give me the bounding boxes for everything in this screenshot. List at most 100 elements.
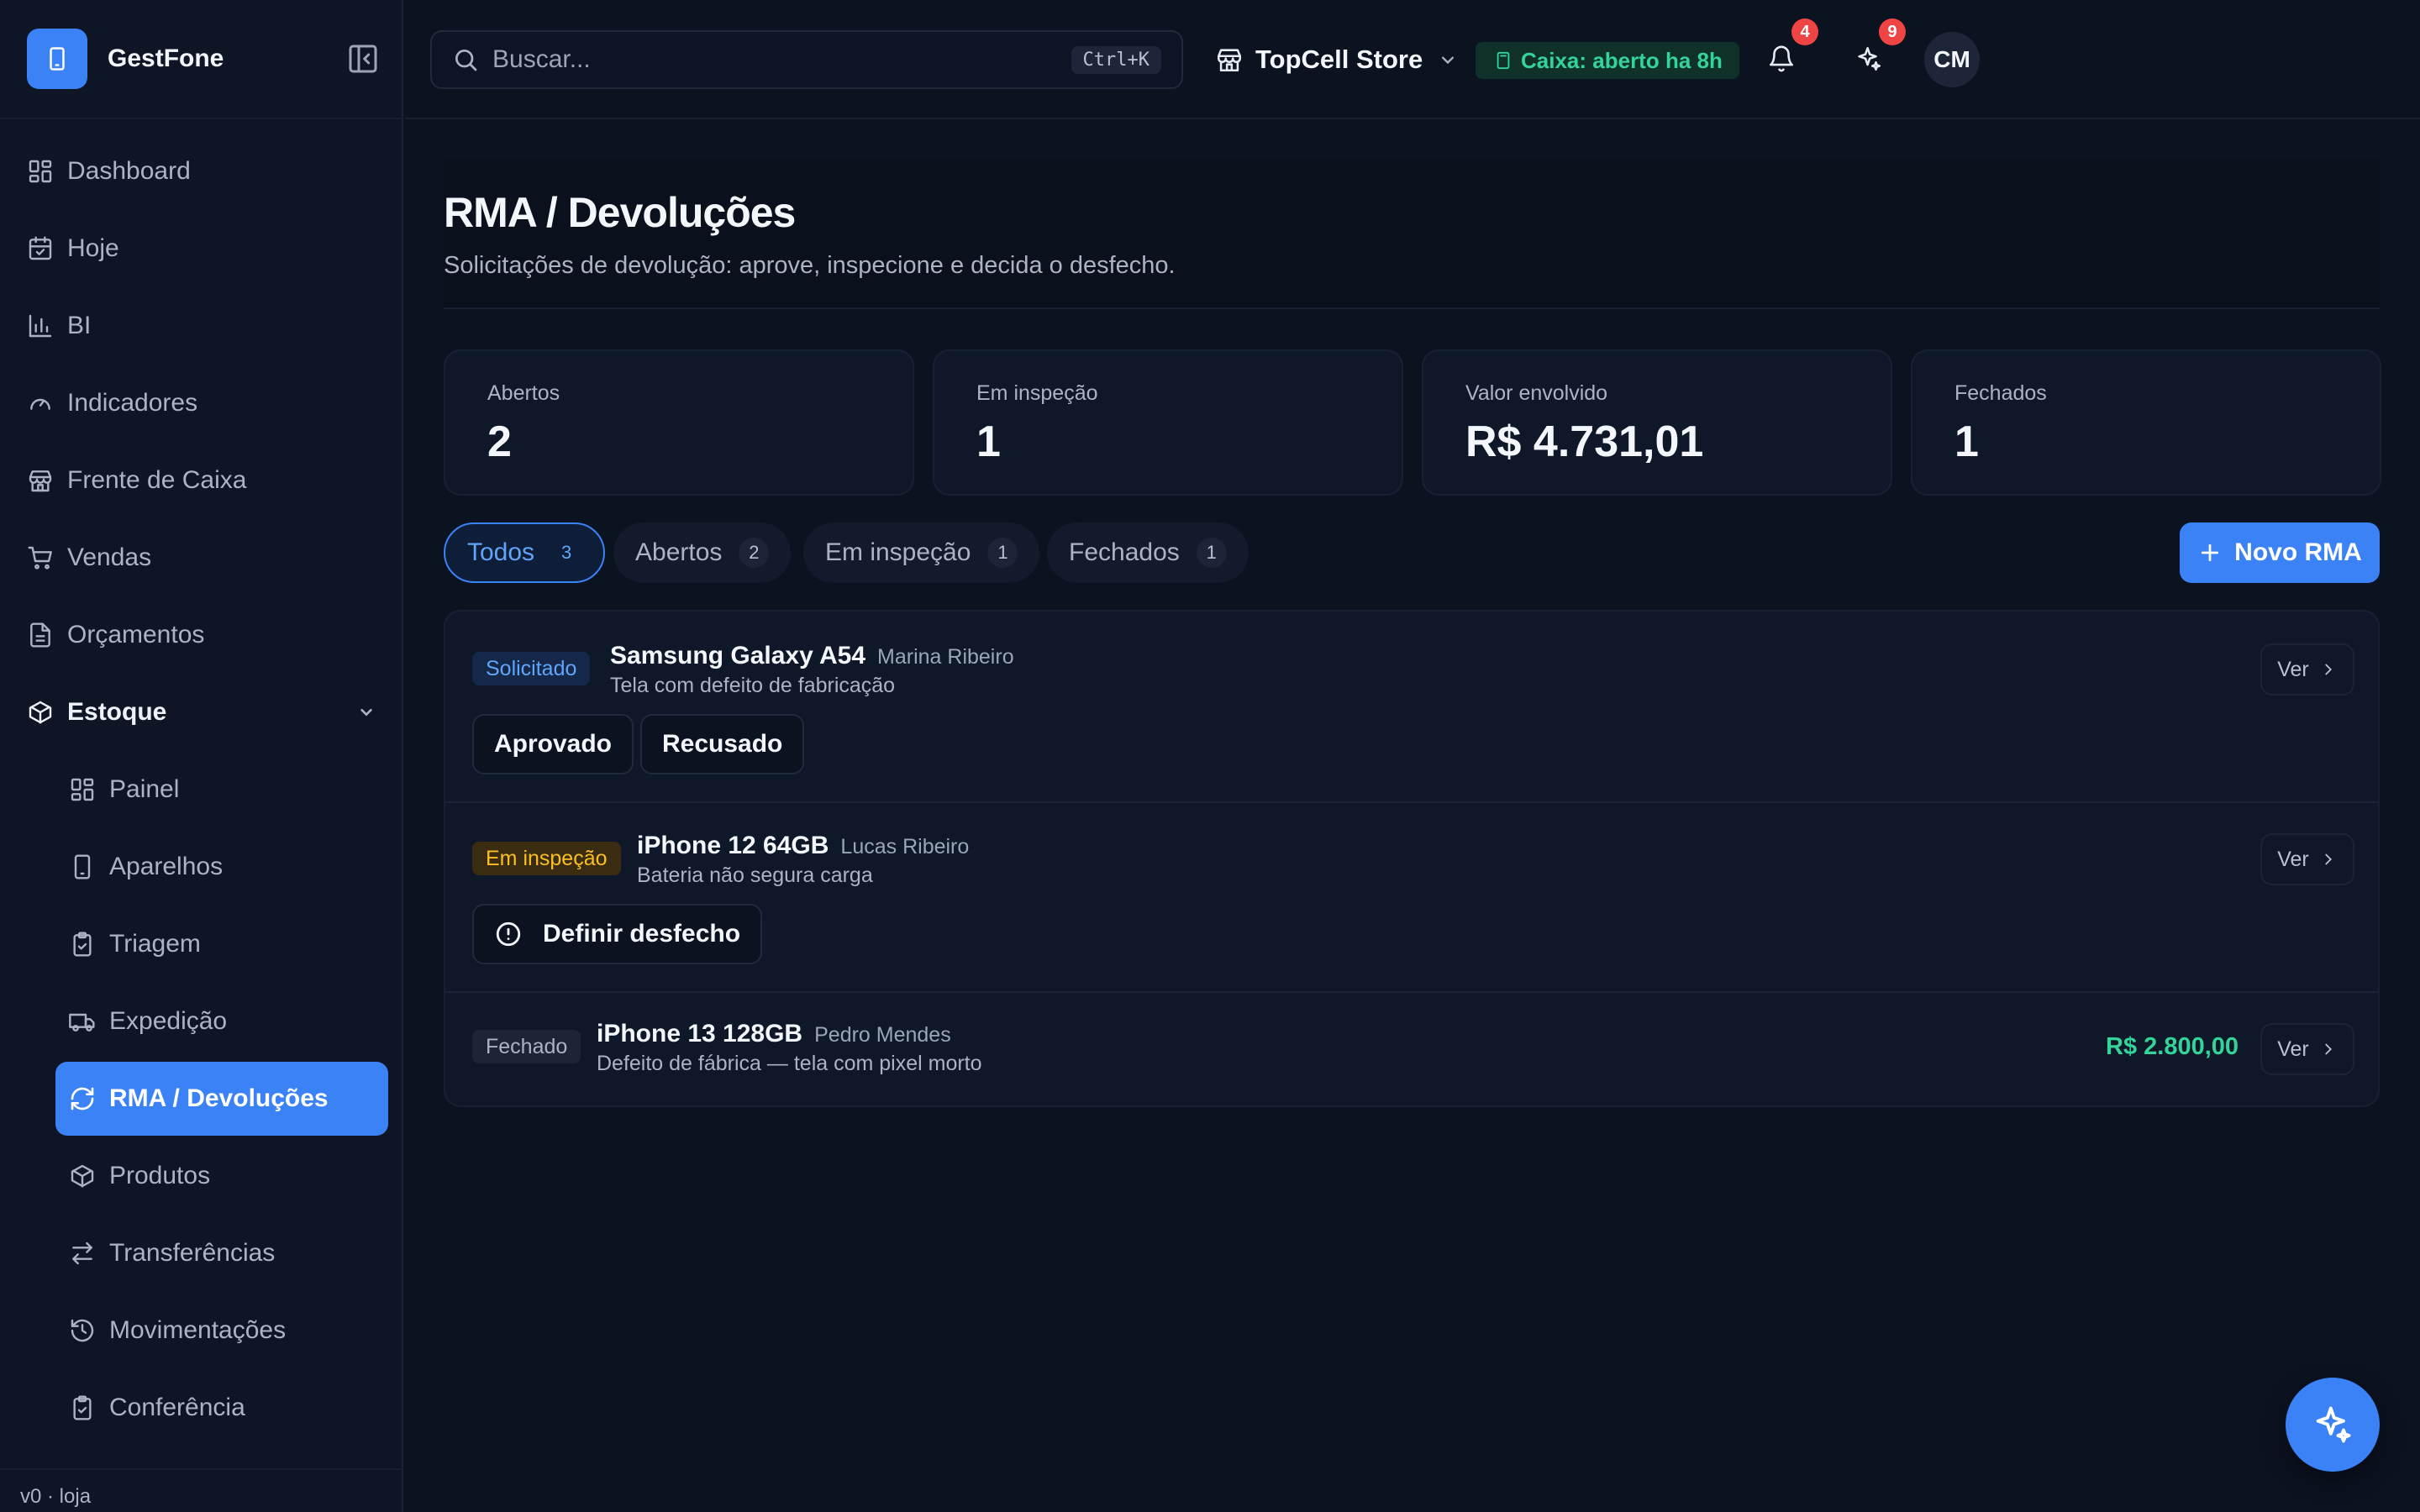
sidebar-item-label: Produtos: [109, 1162, 211, 1189]
tab-todos[interactable]: Todos 3: [444, 522, 606, 583]
sidebar-item-label: Aparelhos: [109, 853, 224, 880]
smartphone-icon: [74, 854, 91, 879]
tab-label: Em inspeção: [825, 538, 971, 566]
notifications-button[interactable]: 4: [1763, 18, 1818, 77]
customer-name: Marina Ribeiro: [877, 645, 1014, 669]
list-item: Solicitado Samsung Galaxy A54 Marina Ribe…: [445, 612, 2378, 801]
store-icon: [1217, 49, 1242, 72]
stat-value: 1: [1954, 417, 1979, 466]
rma-reason: Tela com defeito de fabricação: [610, 674, 896, 697]
approve-button[interactable]: Aprovado: [472, 714, 634, 774]
sidebar-item-triagem[interactable]: Triagem: [69, 907, 388, 981]
list-item: Fechado iPhone 13 128GB Pedro Mendes Defe…: [445, 993, 2378, 1105]
stat-value: 1: [976, 417, 1001, 466]
sidebar-item-label: Triagem: [109, 930, 201, 958]
sidebar-group-label: Estoque: [67, 698, 167, 726]
reject-button[interactable]: Recusado: [640, 714, 805, 774]
view-button[interactable]: Ver: [2260, 643, 2354, 696]
sidebar-item-vendas[interactable]: Vendas: [27, 521, 380, 595]
store-selector[interactable]: TopCell Store: [1215, 32, 1460, 87]
rma-reason: Defeito de fábrica — tela com pixel mort…: [597, 1052, 982, 1075]
tab-count: 1: [1196, 538, 1227, 568]
dashboard-icon: [29, 160, 52, 183]
list-item: Em inspeção iPhone 12 64GB Lucas Ribeiro …: [445, 803, 2378, 991]
rma-item-title: Samsung Galaxy A54 Marina Ribeiro: [610, 642, 1014, 670]
caixa-status-badge[interactable]: Caixa: aberto ha 8h: [1476, 42, 1739, 79]
view-button[interactable]: Ver: [2260, 1023, 2354, 1075]
notifications-badge: 4: [1791, 18, 1818, 45]
view-label: Ver: [2277, 1037, 2309, 1061]
sidebar: GestFone Dashboard Hoje BI Indicadores F…: [0, 0, 403, 1512]
avatar[interactable]: CM: [1924, 32, 1980, 87]
ai-assistant-button[interactable]: [2286, 1378, 2380, 1472]
ai-suggestions-button[interactable]: 9: [1850, 18, 1906, 77]
status-badge: Fechado: [472, 1030, 581, 1063]
app-version: v0 · loja: [20, 1485, 92, 1508]
chevron-right-icon: [2325, 664, 2332, 675]
sidebar-item-aparelhos[interactable]: Aparelhos: [69, 830, 388, 904]
caixa-status-text: Caixa: aberto ha 8h: [1521, 47, 1723, 73]
sidebar-item-expedicao[interactable]: Expedição: [69, 984, 388, 1058]
chevron-down-icon[interactable]: [353, 699, 380, 726]
sidebar-item-dashboard[interactable]: Dashboard: [27, 134, 380, 208]
rma-item-title: iPhone 13 128GB Pedro Mendes: [597, 1020, 951, 1048]
search-box[interactable]: Ctrl+K: [430, 30, 1183, 89]
sidebar-item-label: Painel: [109, 775, 180, 803]
chevron-down-icon: [1442, 56, 1455, 65]
define-outcome-label: Definir desfecho: [543, 920, 741, 948]
rma-list: Solicitado Samsung Galaxy A54 Marina Ribe…: [444, 610, 2380, 1107]
stat-value: 2: [487, 417, 512, 466]
view-label: Ver: [2277, 657, 2309, 681]
plus-icon: [2202, 543, 2219, 562]
search-input[interactable]: [492, 39, 1071, 81]
define-outcome-button[interactable]: Definir desfecho: [472, 904, 763, 964]
sidebar-item-hoje[interactable]: Hoje: [27, 212, 380, 286]
arrows-swap-icon: [72, 1242, 92, 1265]
clipboard-check-icon: [73, 932, 92, 957]
sidebar-item-label: Conferência: [109, 1394, 245, 1421]
stat-value: R$ 4.731,01: [1465, 417, 1704, 466]
sidebar-item-label: Orçamentos: [67, 621, 205, 648]
status-badge: Solicitado: [472, 652, 591, 685]
sidebar-item-label: Hoje: [67, 234, 119, 262]
sidebar-item-label: Frente de Caixa: [67, 466, 247, 494]
app-name: GestFone: [108, 45, 224, 72]
view-button[interactable]: Ver: [2260, 833, 2354, 885]
sidebar-item-orcamentos[interactable]: Orçamentos: [27, 598, 380, 672]
sidebar-item-label: RMA / Devoluções: [109, 1084, 329, 1112]
sidebar-item-rma-devolucoes[interactable]: RMA / Devoluções: [55, 1062, 388, 1136]
new-rma-button[interactable]: Novo RMA: [2180, 522, 2380, 583]
tab-fechados[interactable]: Fechados 1: [1047, 522, 1249, 583]
sidebar-item-label: Indicadores: [67, 389, 198, 417]
sidebar-toggle-icon[interactable]: [346, 42, 380, 76]
tab-abertos[interactable]: Abertos 2: [613, 522, 792, 583]
page-title: RMA / Devoluções: [444, 189, 796, 236]
device-name: iPhone 12 64GB: [637, 832, 829, 859]
customer-name: Lucas Ribeiro: [840, 835, 970, 858]
chevron-right-icon: [2325, 1043, 2332, 1055]
sidebar-item-conferencia[interactable]: Conferência: [69, 1371, 388, 1445]
sidebar-item-movimentacoes[interactable]: Movimentações: [69, 1294, 388, 1368]
cart-icon: [28, 546, 52, 570]
search-icon: [455, 50, 477, 71]
smartphone-icon[interactable]: [27, 29, 87, 89]
sidebar-item-indicadores[interactable]: Indicadores: [27, 366, 380, 440]
tab-em-inspecao[interactable]: Em inspeção 1: [803, 522, 1040, 583]
bell-icon: [1769, 45, 1794, 72]
view-label: Ver: [2277, 847, 2309, 871]
stat-label: Fechados: [1954, 381, 2047, 405]
clipboard-check-icon: [73, 1395, 92, 1420]
sidebar-item-produtos[interactable]: Produtos: [69, 1139, 388, 1213]
topbar: Ctrl+K TopCell Store Caixa: aberto ha 8h…: [405, 0, 2420, 119]
stat-card-em-inspecao: Em inspeção 1: [933, 349, 1403, 496]
store-icon: [29, 470, 52, 492]
sidebar-item-label: BI: [67, 312, 92, 339]
sidebar-item-frente-de-caixa[interactable]: Frente de Caixa: [27, 444, 380, 517]
sidebar-item-transferencias[interactable]: Transferências: [69, 1216, 388, 1290]
sidebar-item-painel[interactable]: Painel: [69, 753, 388, 827]
sidebar-group-estoque[interactable]: Estoque: [27, 675, 380, 749]
sidebar-item-bi[interactable]: BI: [27, 289, 380, 363]
ai-suggestions-badge: 9: [1879, 18, 1906, 45]
page-header: RMA / Devoluções Solicitações de devoluç…: [444, 160, 2380, 309]
tab-count: 3: [560, 542, 572, 563]
